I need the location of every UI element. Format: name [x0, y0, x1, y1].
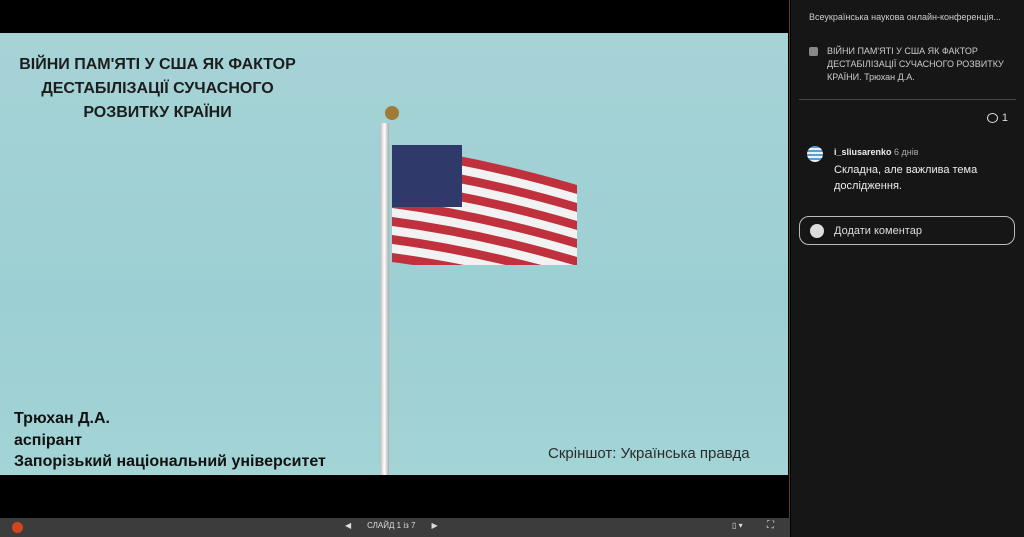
- slide-counter: СЛАЙД 1 із 7: [367, 521, 416, 530]
- view-mode-button[interactable]: ▯ ▾: [732, 521, 743, 530]
- comment-user[interactable]: i_sliusarenko: [834, 147, 892, 157]
- slide-title: ВІЙНИ ПАМ'ЯТІ У США ЯК ФАКТОР ДЕСТАБІЛІЗ…: [19, 56, 296, 121]
- next-slide-button[interactable]: ▶: [431, 521, 437, 530]
- powerpoint-icon[interactable]: [12, 522, 23, 533]
- comment-count-value: 1: [1001, 112, 1008, 124]
- flagpole: [380, 123, 389, 475]
- sidebar: Всеукраїнська наукова онлайн-конференція…: [791, 0, 1024, 537]
- video-icon: [809, 47, 818, 56]
- comment-icon: [986, 113, 998, 123]
- presentation-controls: ◀ СЛАЙД 1 із 7 ▶ ▯ ▾ ⛶: [0, 518, 790, 537]
- conference-title[interactable]: Всеукраїнська наукова онлайн-конференція…: [809, 12, 1001, 22]
- user-avatar-icon: [810, 223, 824, 238]
- author-role: аспірант: [14, 431, 83, 449]
- slide-author: Трюхан Д.А. аспірант Запорізький націона…: [14, 408, 326, 473]
- presentation-viewer: ВІЙНИ ПАМ'ЯТІ У США ЯК ФАКТОР ДЕСТАБІЛІЗ…: [0, 0, 790, 537]
- slide: ВІЙНИ ПАМ'ЯТІ У США ЯК ФАКТОР ДЕСТАБІЛІЗ…: [0, 33, 788, 475]
- fullscreen-button[interactable]: ⛶: [767, 520, 774, 531]
- comment-count[interactable]: 1: [986, 112, 1008, 124]
- author-university: Запорізький національний університет: [14, 453, 326, 470]
- avatar[interactable]: [807, 146, 823, 162]
- video-title: ВІЙНИ ПАМ'ЯТІ У США ЯК ФАКТОР ДЕСТАБІЛІЗ…: [827, 46, 1004, 82]
- divider: [799, 99, 1016, 100]
- us-flag-image: [392, 145, 577, 265]
- comment-meta: i_sliusarenko 6 днів: [834, 147, 919, 157]
- author-name: Трюхан Д.А.: [14, 410, 110, 427]
- slide-credit: Скріншот: Українська правда: [548, 445, 750, 462]
- flagpole-finial: [385, 106, 399, 120]
- add-comment-input[interactable]: Додати коментар: [799, 216, 1015, 245]
- add-comment-placeholder: Додати коментар: [834, 224, 922, 237]
- comment-text: Складна, але важлива тема дослідження.: [834, 164, 978, 192]
- comment-time: 6 днів: [894, 147, 919, 157]
- prev-slide-button[interactable]: ◀: [345, 521, 351, 530]
